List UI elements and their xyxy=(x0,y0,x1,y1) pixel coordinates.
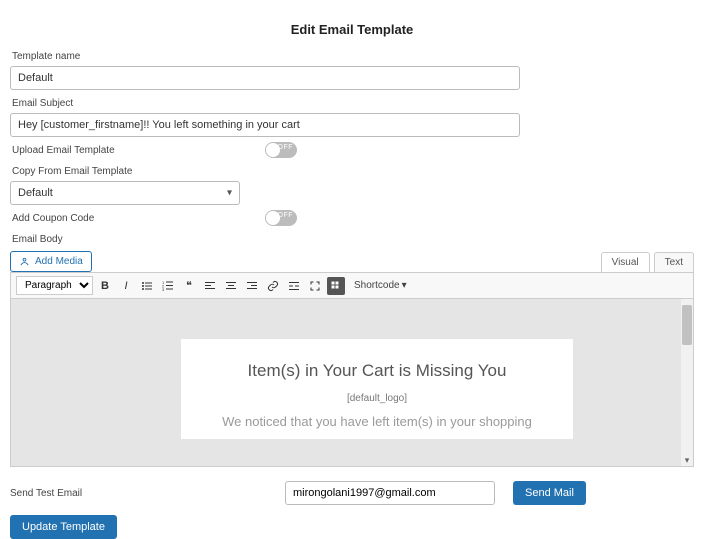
editor-toolbar: Paragraph B I 123 ❝ xyxy=(10,272,694,299)
tab-text[interactable]: Text xyxy=(654,252,694,272)
editor-body[interactable]: Item(s) in Your Cart is Missing You [def… xyxy=(10,299,694,467)
list-ol-icon[interactable]: 123 xyxy=(159,277,177,295)
list-ul-icon[interactable] xyxy=(138,277,156,295)
preview-logo-placeholder: [default_logo] xyxy=(201,393,553,404)
upload-template-toggle[interactable]: OFF xyxy=(265,142,297,158)
quote-icon[interactable]: ❝ xyxy=(180,277,198,295)
label-email-body: Email Body xyxy=(12,234,694,245)
align-right-icon[interactable] xyxy=(243,277,261,295)
svg-text:3: 3 xyxy=(162,287,165,292)
media-icon xyxy=(19,256,30,267)
toolbar-toggle-icon[interactable] xyxy=(327,277,345,295)
bold-icon[interactable]: B xyxy=(96,277,114,295)
send-mail-button[interactable]: Send Mail xyxy=(513,481,586,505)
chevron-down-icon: ▾ xyxy=(402,280,407,291)
format-select[interactable]: Paragraph xyxy=(16,276,93,295)
align-center-icon[interactable] xyxy=(222,277,240,295)
align-left-icon[interactable] xyxy=(201,277,219,295)
email-subject-input[interactable] xyxy=(10,113,520,137)
link-icon[interactable] xyxy=(264,277,282,295)
scroll-down-icon[interactable]: ▾ xyxy=(681,455,693,466)
label-copy-from: Copy From Email Template xyxy=(12,166,694,177)
preview-paragraph: We noticed that you have left item(s) in… xyxy=(201,414,553,429)
add-coupon-toggle[interactable]: OFF xyxy=(265,210,297,226)
test-email-input[interactable] xyxy=(285,481,495,505)
tab-visual[interactable]: Visual xyxy=(601,252,650,272)
copy-from-select[interactable] xyxy=(10,181,240,205)
editor-scrollbar[interactable]: ▾ xyxy=(681,299,693,466)
toggle-off-label: OFF xyxy=(278,212,294,219)
add-media-label: Add Media xyxy=(35,256,83,267)
fullscreen-icon[interactable] xyxy=(306,277,324,295)
page-title: Edit Email Template xyxy=(10,10,694,43)
toggle-off-label: OFF xyxy=(278,144,294,151)
add-media-button[interactable]: Add Media xyxy=(10,251,92,272)
read-more-icon[interactable] xyxy=(285,277,303,295)
label-send-test: Send Test Email xyxy=(10,488,285,499)
label-template-name: Template name xyxy=(12,51,694,62)
preview-heading: Item(s) in Your Cart is Missing You xyxy=(201,361,553,381)
update-template-button[interactable]: Update Template xyxy=(10,515,117,539)
label-email-subject: Email Subject xyxy=(12,98,694,109)
italic-icon[interactable]: I xyxy=(117,277,135,295)
shortcode-dropdown[interactable]: Shortcode▾ xyxy=(354,280,407,291)
template-name-input[interactable] xyxy=(10,66,520,90)
scroll-thumb[interactable] xyxy=(682,305,692,345)
